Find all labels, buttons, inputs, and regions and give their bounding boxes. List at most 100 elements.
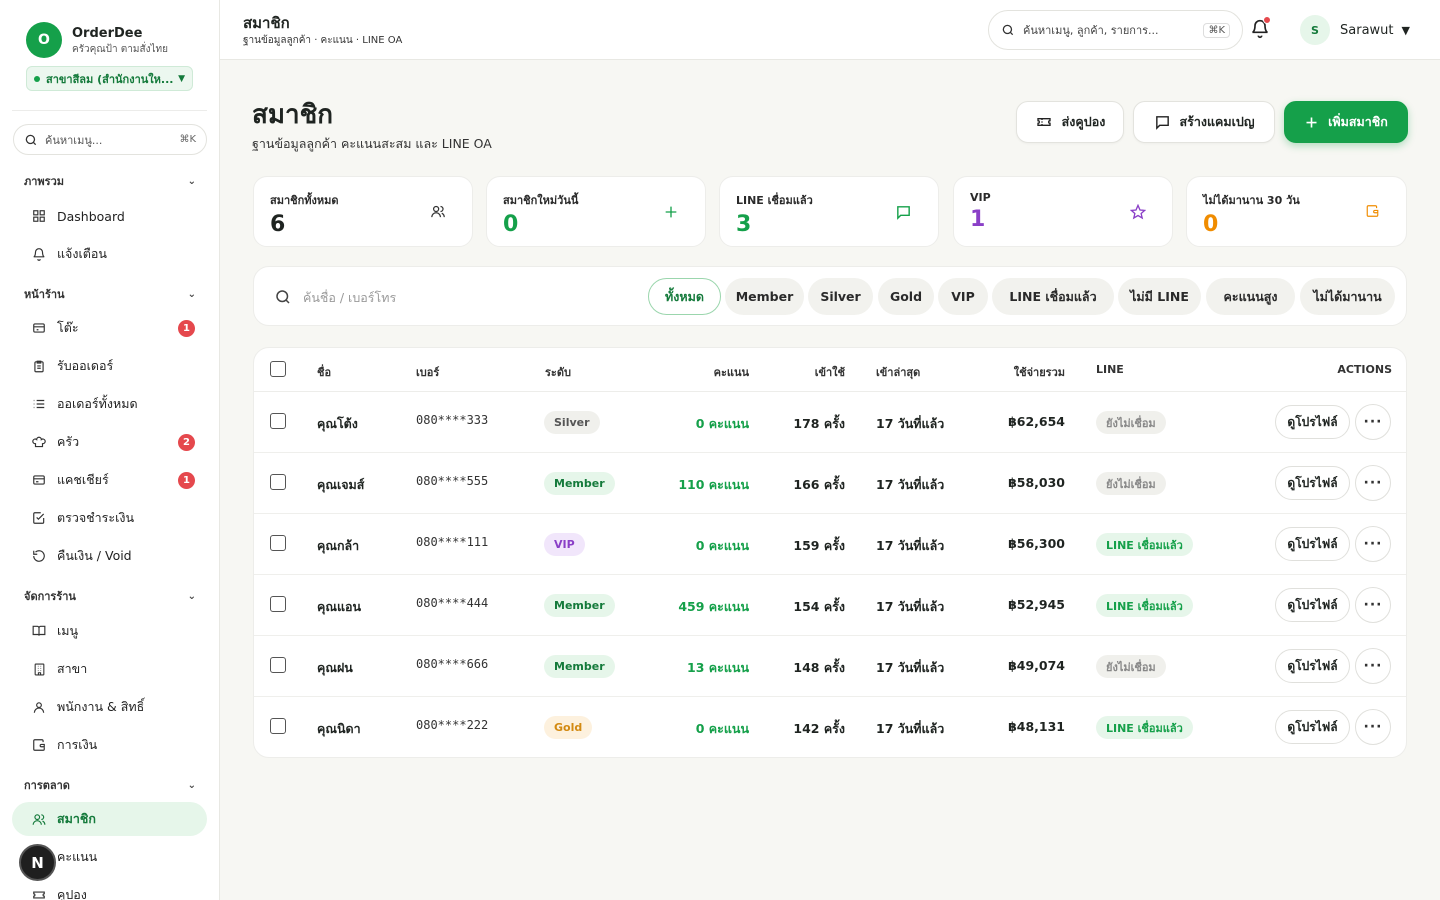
more-options-button[interactable]: ··· [1355,404,1391,440]
filter-chip[interactable]: Member [725,278,804,315]
filter-chip[interactable]: คะแนนสูง [1206,278,1295,315]
sidebar-search-input[interactable]: ค้นหาเมนู... ⌘K [13,124,207,155]
table-row[interactable]: คุณกล้า 080****111 VIP 0 คะแนน 159 ครั้ง 17 ว… [254,514,1406,575]
member-name[interactable]: คุณฝน [317,658,353,678]
sidebar-item-3-3[interactable]: พนักงาน & สิทธิ์ [12,690,207,724]
add-member-button[interactable]: เพิ่มสมาชิก [1284,101,1408,143]
row-checkbox[interactable] [270,474,286,490]
sidebar-item-4-3[interactable]: คูปอง [12,878,207,900]
sidebar-item-2-5[interactable]: แคชเชียร์ 1 [12,463,207,497]
page-subtitle: ฐานข้อมูลลูกค้า คะแนนสะสม และ LINE OA [252,136,492,151]
column-header-visits[interactable]: เข้าใช้ [794,363,845,381]
wallet-icon [32,738,46,752]
view-profile-button[interactable]: ดูโปรไฟล์ [1275,710,1350,744]
column-header-spend[interactable]: ใช้จ่ายรวม [989,363,1065,381]
member-name[interactable]: คุณนิดา [317,719,361,739]
sidebar-item-3-4[interactable]: การเงิน [12,728,207,762]
more-options-button[interactable]: ··· [1355,587,1391,623]
member-name[interactable]: คุณโต้ง [317,414,358,434]
sidebar-item-1-2[interactable]: แจ้งเตือน [12,237,207,271]
select-all-checkbox[interactable] [270,361,286,377]
sidebar-item-4-1[interactable]: สมาชิก [12,802,207,836]
sidebar-item-1-1[interactable]: Dashboard [12,199,207,233]
search-icon [25,134,37,145]
view-profile-button[interactable]: ดูโปรไฟล์ [1275,527,1350,561]
global-search-input[interactable]: ค้นหาเมนู, ลูกค้า, รายการ... ⌘K [988,10,1243,50]
topbar: สมาชิก ฐานข้อมูลลูกค้า · คะแนน · LINE OA… [220,0,1440,60]
section-header[interactable]: จัดการร้าน ⌄ [24,587,196,605]
send-coupon-button[interactable]: ส่งคูปอง [1016,101,1124,143]
view-profile-button[interactable]: ดูโปรไฟล์ [1275,649,1350,683]
member-name[interactable]: คุณแอน [317,597,361,617]
table-row[interactable]: คุณเจมส์ 080****555 Member 110 คะแนน 166 ครั… [254,453,1406,514]
member-search-input[interactable]: ค้นชื่อ / เบอร์โทร [303,288,396,308]
more-options-button[interactable]: ··· [1355,526,1391,562]
topbar-subtitle: ฐานข้อมูลลูกค้า · คะแนน · LINE OA [243,35,403,46]
users-icon [32,812,46,826]
member-last-visit: 17 วันที่แล้ว [876,416,945,431]
row-checkbox[interactable] [270,657,286,673]
count-badge: 1 [178,319,195,337]
create-campaign-button[interactable]: สร้างแคมเปญ [1133,101,1275,143]
section-header[interactable]: การตลาด ⌄ [24,776,196,794]
user-icon [32,700,46,714]
sidebar-item-2-6[interactable]: ตรวจชำระเงิน [12,501,207,535]
more-options-button[interactable]: ··· [1355,709,1391,745]
sidebar-item-2-1[interactable]: โต๊ะ 1 [12,311,207,345]
sidebar-item-2-4[interactable]: ครัว 2 [12,425,207,459]
sidebar-item-2-3[interactable]: ออเดอร์ทั้งหมด [12,387,207,421]
column-header-tier[interactable]: ระดับ [545,363,571,381]
filter-chip[interactable]: ไม่ได้มานาน [1300,278,1395,315]
row-checkbox[interactable] [270,718,286,734]
branch-selector[interactable]: สาขาสีลม (สำนักงานให... ▼ [26,66,193,91]
view-profile-button[interactable]: ดูโปรไฟล์ [1275,466,1350,500]
table-row[interactable]: คุณฝน 080****666 Member 13 คะแนน 148 ครั้ง 17… [254,636,1406,697]
sidebar-item-label: คะแนน [57,849,98,864]
table-row[interactable]: คุณแอน 080****444 Member 459 คะแนน 154 ครั้ง… [254,575,1406,636]
sidebar-item-3-1[interactable]: เมนู [12,614,207,648]
create-campaign-label: สร้างแคมเปญ [1179,114,1255,129]
stat-value: 6 [270,212,286,237]
filter-chip[interactable]: VIP [938,278,988,315]
sidebar-item-label: แคชเชียร์ [57,472,109,487]
column-header-name[interactable]: ชื่อ [317,363,331,381]
section-header[interactable]: ภาพรวม ⌄ [24,172,196,190]
table-row[interactable]: คุณนิดา 080****222 Gold 0 คะแนน 142 ครั้ง 17 … [254,697,1406,757]
more-options-button[interactable]: ··· [1355,465,1391,501]
list-icon [32,397,46,411]
sidebar-item-2-7[interactable]: คืนเงิน / Void [12,539,207,573]
member-total-spend: ฿48,131 [1008,719,1065,734]
row-checkbox[interactable] [270,413,286,429]
view-profile-button[interactable]: ดูโปรไฟล์ [1275,405,1350,439]
sidebar-item-2-2[interactable]: รับออเดอร์ [12,349,207,383]
column-header-phone[interactable]: เบอร์ [416,363,439,381]
filter-chip[interactable]: Gold [878,278,934,315]
sidebar-item-3-2[interactable]: สาขา [12,652,207,686]
member-name[interactable]: คุณกล้า [317,536,359,556]
notification-button[interactable] [1250,16,1271,40]
member-total-spend: ฿52,945 [1008,597,1065,612]
filter-chip[interactable]: ไม่มี LINE [1118,278,1201,315]
column-header-last-visit[interactable]: เข้าล่าสุด [876,363,920,381]
column-header-points[interactable]: คะแนน [684,363,749,381]
filter-chip[interactable]: LINE เชื่อมแล้ว [992,278,1114,315]
filter-chip[interactable]: Silver [808,278,873,315]
member-name[interactable]: คุณเจมส์ [317,475,364,495]
column-header-line[interactable]: LINE [1096,363,1124,376]
stat-card: สมาชิกทั้งหมด 6 [253,176,473,247]
chef-hat-icon [32,435,46,449]
table-row[interactable]: คุณโต้ง 080****333 Silver 0 คะแนน 178 ครั้ง 1… [254,392,1406,453]
more-options-button[interactable]: ··· [1355,648,1391,684]
user-menu[interactable]: S Sarawut ▼ [1300,15,1410,45]
section-title: หน้าร้าน [24,288,65,301]
filter-chip[interactable]: ทั้งหมด [648,278,721,315]
row-checkbox[interactable] [270,596,286,612]
section-header[interactable]: หน้าร้าน ⌄ [24,285,196,303]
brand[interactable]: O OrderDee ครัวคุณป้า ตามสั่งไทย [26,22,168,58]
table-header: ชื่อ เบอร์ ระดับ คะแนน เข้าใช้ เข้าล่าสุ… [254,348,1406,392]
view-profile-button[interactable]: ดูโปรไฟล์ [1275,588,1350,622]
row-checkbox[interactable] [270,535,286,551]
n-fab-button[interactable]: N [19,844,56,881]
stat-value: 0 [503,212,519,237]
section-title: ภาพรวม [24,175,65,188]
